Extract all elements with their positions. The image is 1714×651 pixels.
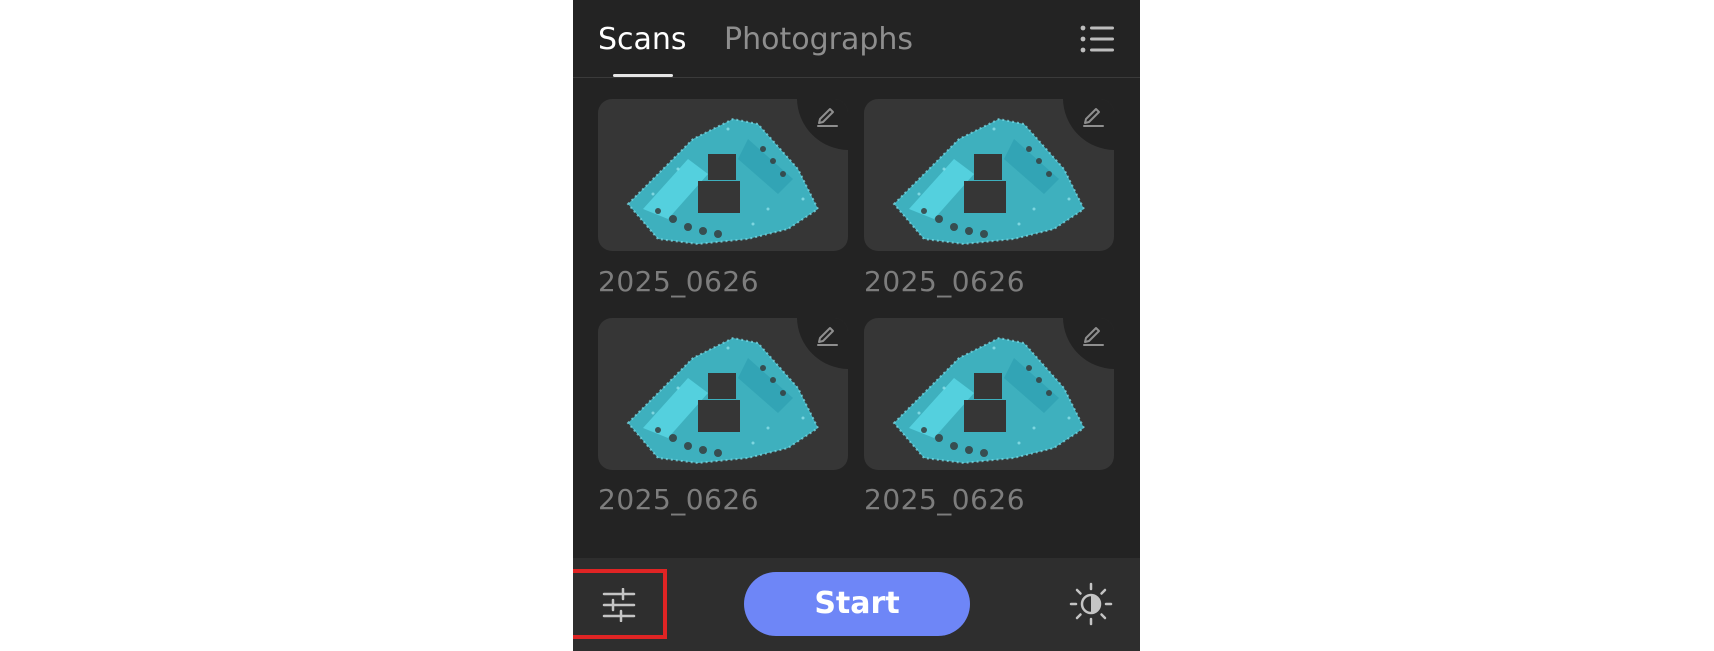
start-button[interactable]: Start xyxy=(744,572,970,636)
active-tab-indicator xyxy=(613,74,673,77)
pencil-edit-icon xyxy=(817,108,838,127)
app-screen: Scans Photographs 2025_0626 2025_0626 20… xyxy=(573,0,1140,651)
settings-button[interactable] xyxy=(573,569,667,639)
brightness-contrast-icon xyxy=(1069,582,1113,626)
bottom-bar: Start xyxy=(573,558,1140,651)
scan-card[interactable] xyxy=(864,318,1114,470)
pencil-edit-icon xyxy=(817,327,838,346)
pencil-edit-icon xyxy=(1083,327,1104,346)
scan-name-label: 2025_0626 xyxy=(598,483,760,516)
sliders-settings-icon xyxy=(602,588,636,622)
scan-name-label: 2025_0626 xyxy=(864,265,1026,298)
tab-bar: Scans Photographs xyxy=(573,0,1140,78)
list-view-icon[interactable] xyxy=(1080,24,1116,54)
scan-card[interactable] xyxy=(598,318,848,470)
scan-name-label: 2025_0626 xyxy=(598,265,760,298)
brightness-button[interactable] xyxy=(1069,582,1113,626)
scan-card[interactable] xyxy=(864,99,1114,251)
scan-name-label: 2025_0626 xyxy=(864,483,1026,516)
tab-photographs[interactable]: Photographs xyxy=(724,20,913,60)
tab-scans[interactable]: Scans xyxy=(598,20,687,60)
scan-card[interactable] xyxy=(598,99,848,251)
pencil-edit-icon xyxy=(1083,108,1104,127)
